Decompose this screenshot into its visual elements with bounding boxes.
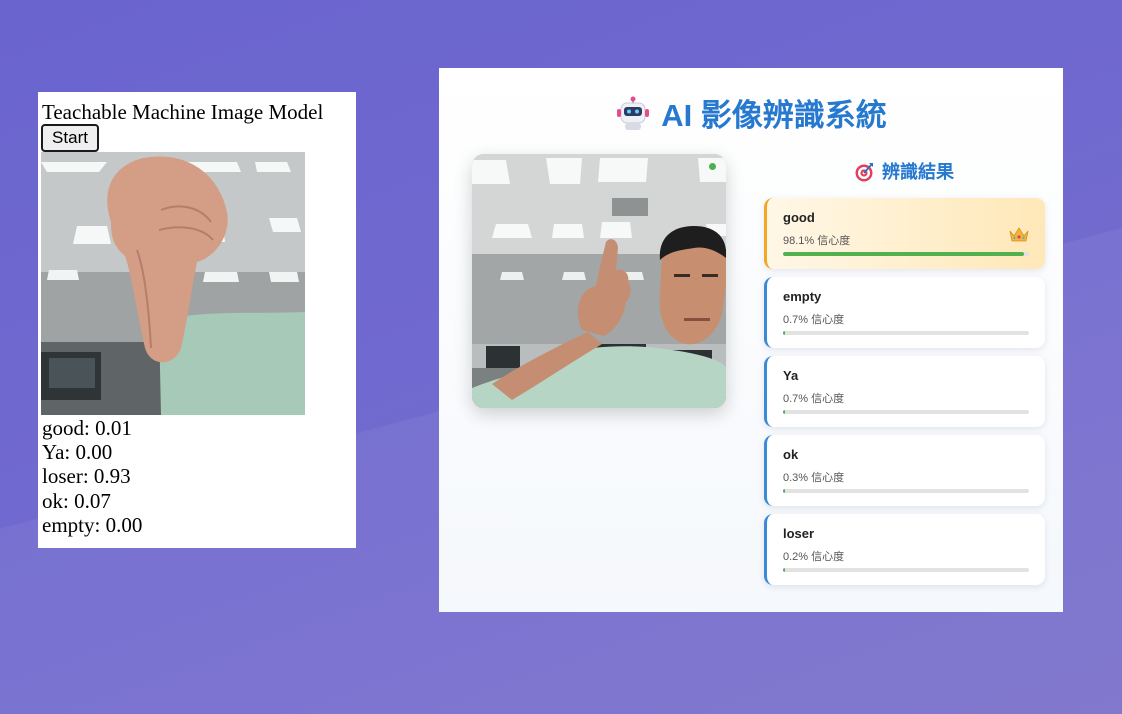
result-label: Ya: [783, 368, 799, 383]
result-confidence: 0.3% 信心度: [783, 472, 845, 484]
result-card-empty: empty 0.7% 信心度: [764, 277, 1045, 348]
confidence-bar-fill: [783, 331, 785, 335]
prediction-row: ok: 0.07: [42, 488, 111, 513]
prediction-list: good: 0.01 Ya: 0.00 loser: 0.93 ok: 0.07…: [42, 416, 142, 537]
prediction-row: good: 0.01: [42, 416, 132, 440]
prediction-label: good: [42, 416, 84, 440]
prediction-value: 0.01: [95, 416, 132, 440]
prediction-value: 0.00: [105, 512, 143, 537]
result-confidence: 0.2% 信心度: [783, 551, 845, 563]
ai-recognition-app: AI 影像辨識系統 辨識結果 good 98.1% 信心度 empty 0.7%…: [439, 68, 1063, 612]
start-button[interactable]: Start: [41, 124, 99, 152]
result-list: good 98.1% 信心度 empty 0.7% 信心度 Ya 0.7% 信心…: [764, 198, 1045, 593]
confidence-bar: [783, 489, 1029, 493]
prediction-label: empty: [42, 512, 95, 537]
target-icon: [854, 162, 874, 187]
app-title-text: AI 影像辨識系統: [661, 98, 887, 133]
result-card-loser: loser 0.2% 信心度: [764, 514, 1045, 585]
result-card-ok: ok 0.3% 信心度: [764, 435, 1045, 506]
prediction-label: loser: [42, 464, 83, 489]
confidence-bar: [783, 331, 1029, 335]
prediction-row: loser: 0.93: [42, 464, 131, 489]
prediction-label: ok: [42, 488, 63, 513]
teachable-machine-panel: Teachable Machine Image Model Start good…: [38, 92, 356, 548]
result-card-good: good 98.1% 信心度: [764, 198, 1045, 269]
prediction-label: Ya: [42, 440, 65, 465]
prediction-value: 0.93: [93, 464, 131, 489]
prediction-value: 0.00: [75, 440, 113, 465]
crown-icon: [1009, 227, 1029, 248]
webcam-video: [472, 154, 726, 408]
results-heading-text: 辨識結果: [882, 162, 954, 182]
app-title: AI 影像辨識系統: [439, 90, 1063, 140]
result-confidence: 98.1% 信心度: [783, 235, 851, 247]
result-label: ok: [783, 447, 799, 462]
confidence-bar: [783, 410, 1029, 414]
confidence-bar-fill: [783, 410, 785, 414]
result-label: loser: [783, 526, 815, 541]
confidence-bar-fill: [783, 489, 785, 493]
prediction-row: Ya: 0.00: [42, 440, 113, 465]
result-label: good: [783, 210, 815, 225]
prediction-row: empty: 0.00: [42, 512, 143, 537]
result-confidence: 0.7% 信心度: [783, 393, 845, 405]
confidence-bar: [783, 568, 1029, 572]
result-card-ya: Ya 0.7% 信心度: [764, 356, 1045, 427]
model-title: Teachable Machine Image Model: [42, 100, 324, 124]
live-indicator-icon: [709, 163, 716, 170]
result-label: empty: [783, 289, 822, 304]
results-heading: 辨識結果: [764, 158, 1044, 187]
confidence-bar-fill: [783, 252, 1025, 256]
prediction-value: 0.07: [74, 488, 111, 513]
result-confidence: 0.7% 信心度: [783, 314, 845, 326]
confidence-bar-fill: [783, 568, 785, 572]
confidence-bar: [783, 252, 1029, 256]
webcam-canvas: [41, 152, 305, 415]
robot-icon: [615, 96, 651, 140]
